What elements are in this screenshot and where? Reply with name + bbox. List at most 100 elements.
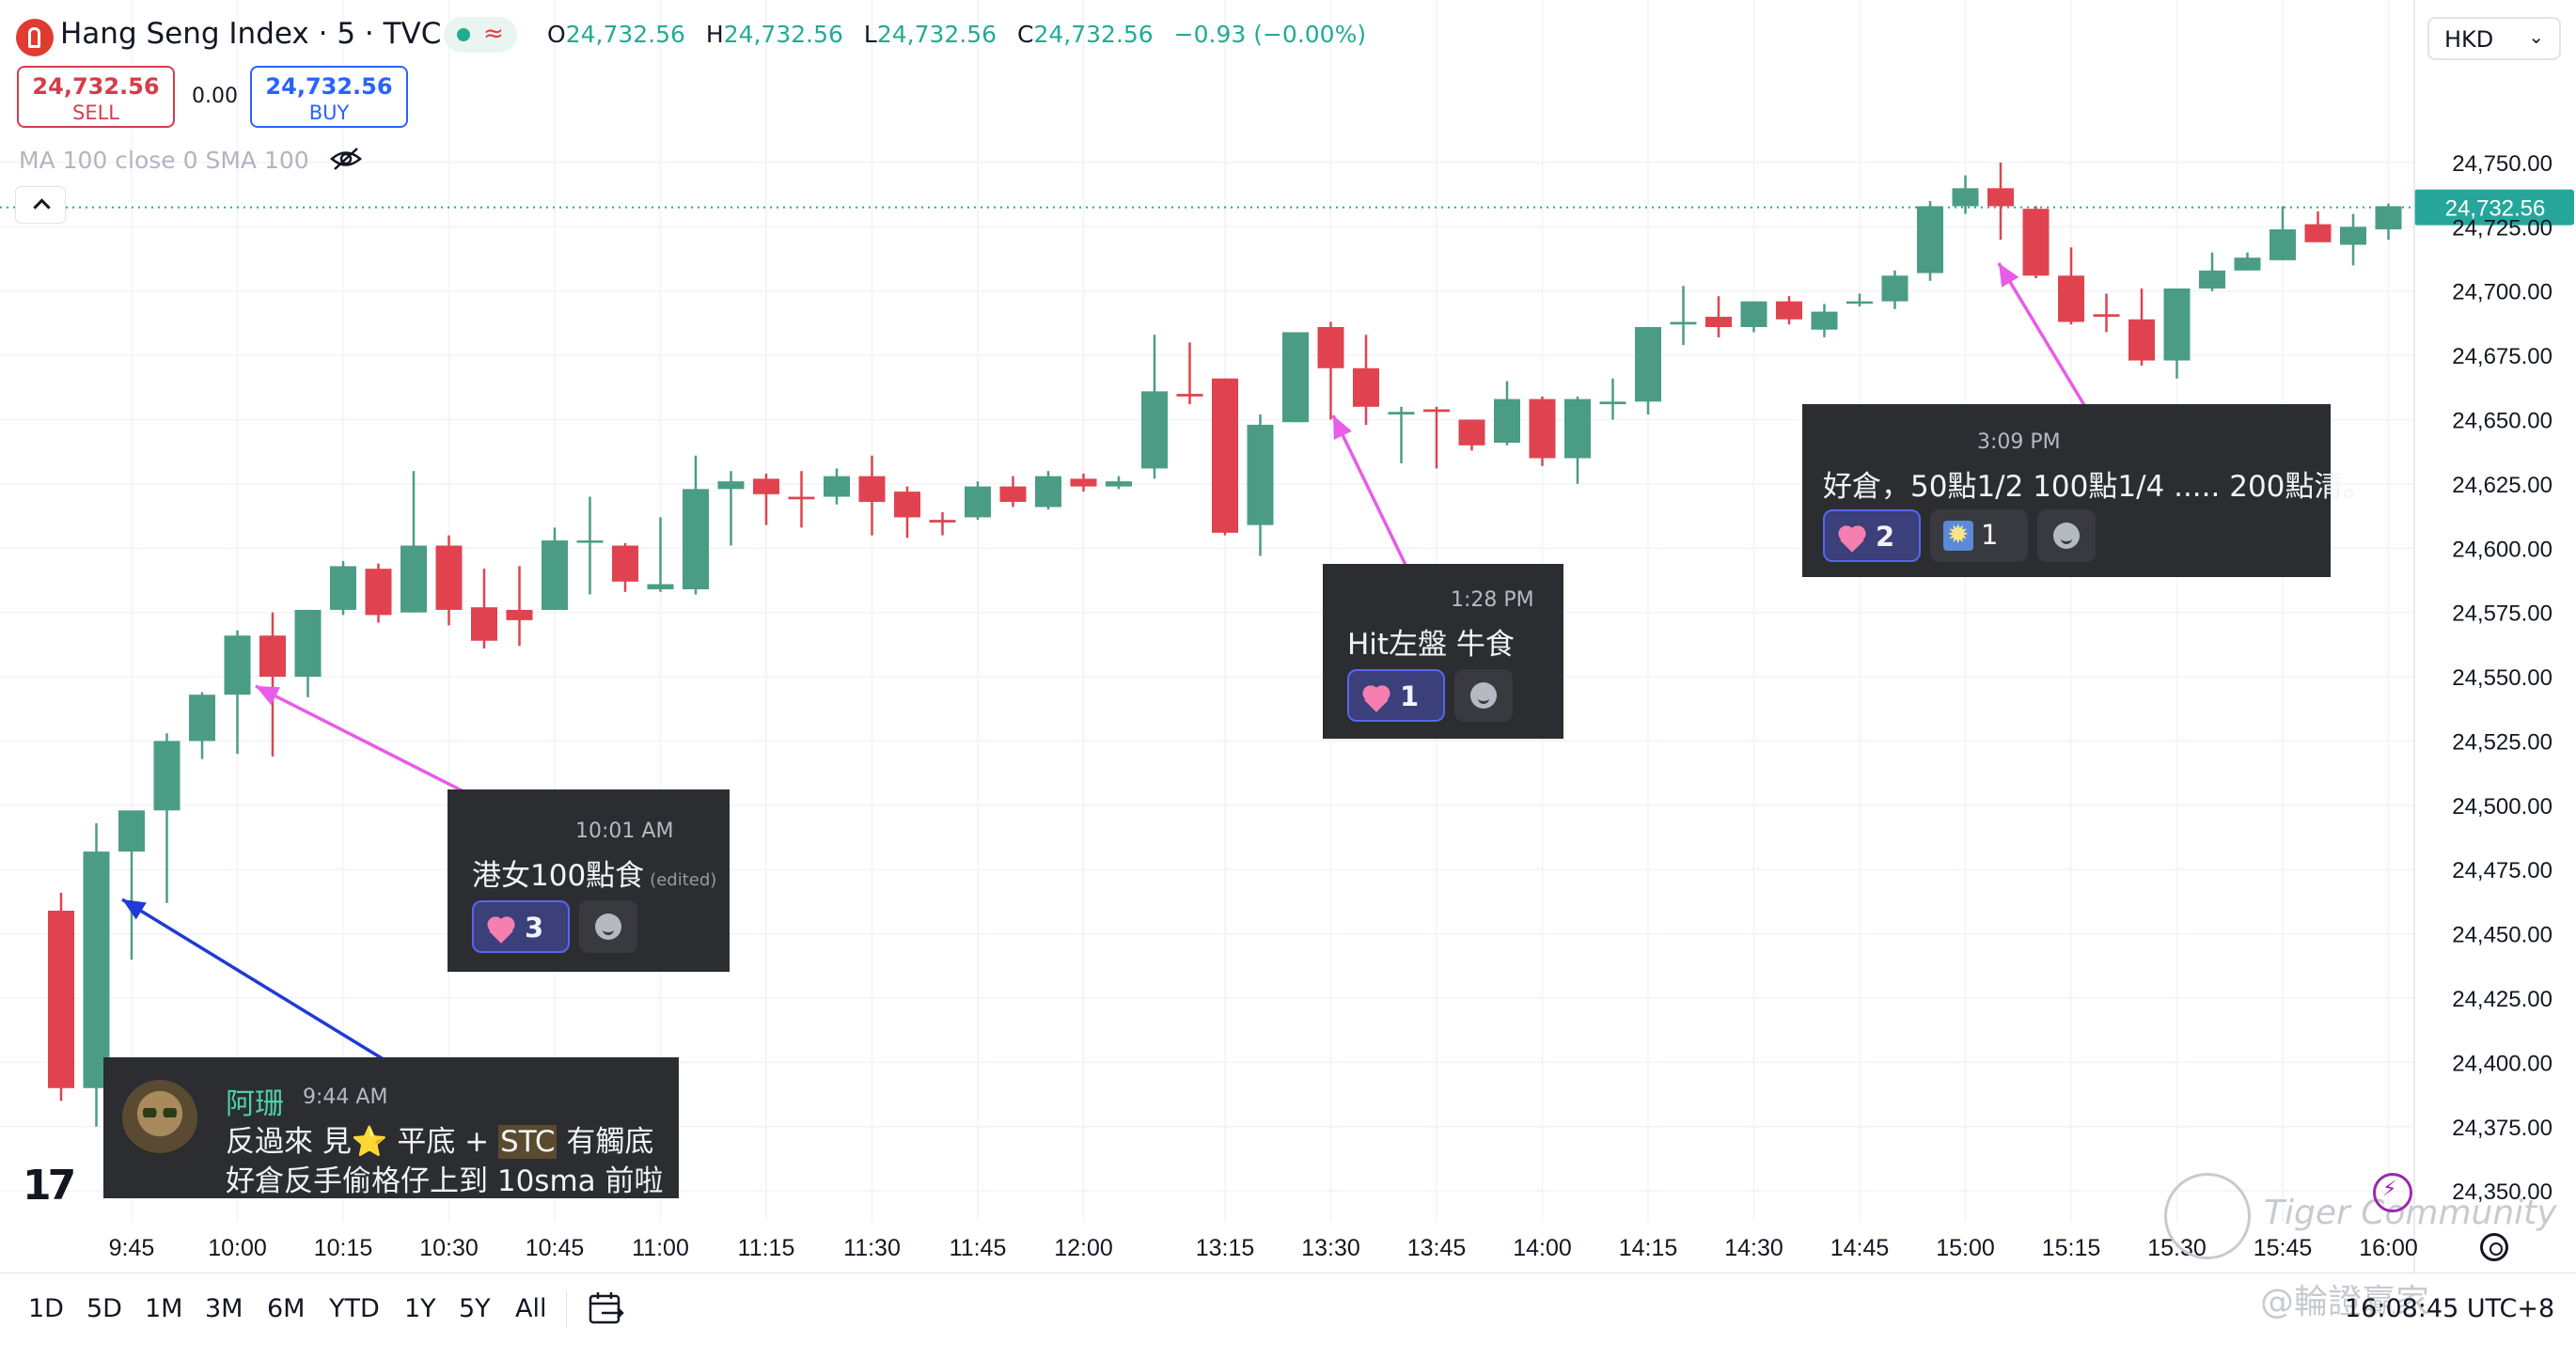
chat-message-2: 10:01 AM 港女100點食 (edited) 3: [448, 789, 730, 972]
candle[interactable]: [1458, 419, 1485, 451]
candle[interactable]: [1070, 473, 1097, 492]
candle[interactable]: [929, 511, 956, 536]
reaction-sparkler[interactable]: 1: [1930, 509, 2028, 562]
calendar-range-icon[interactable]: [587, 1290, 626, 1328]
candle[interactable]: [294, 609, 322, 697]
candle[interactable]: [1705, 296, 1732, 337]
reaction-heart[interactable]: 3: [472, 900, 570, 953]
candle[interactable]: [2340, 213, 2366, 266]
candle[interactable]: [753, 473, 779, 525]
buy-button[interactable]: 24,732.56 BUY: [250, 66, 408, 128]
sell-button[interactable]: 24,732.56 SELL: [17, 66, 175, 128]
candle[interactable]: [788, 471, 815, 528]
candle[interactable]: [1247, 414, 1274, 556]
candle[interactable]: [506, 566, 533, 647]
candle[interactable]: [1740, 301, 1767, 333]
candle[interactable]: [1141, 335, 1168, 479]
candle[interactable]: [612, 542, 638, 592]
candle[interactable]: [894, 486, 920, 539]
timeframe-ytd[interactable]: YTD: [329, 1294, 380, 1323]
candle[interactable]: [1599, 378, 1626, 420]
candle[interactable]: [1987, 162, 2014, 240]
candle[interactable]: [1776, 296, 1802, 325]
candle[interactable]: [401, 471, 427, 613]
timeframe-1y[interactable]: 1Y: [404, 1294, 436, 1323]
candle[interactable]: [2304, 211, 2332, 242]
candle-body: [506, 609, 533, 620]
candle[interactable]: [717, 471, 745, 546]
candle[interactable]: [1176, 342, 1203, 405]
candle[interactable]: [2128, 288, 2155, 367]
eye-hidden-icon[interactable]: [329, 145, 363, 173]
candle[interactable]: [48, 892, 74, 1101]
lightning-icon[interactable]: [2373, 1173, 2412, 1212]
candle[interactable]: [824, 468, 850, 505]
candle[interactable]: [858, 455, 886, 536]
candle[interactable]: [189, 692, 215, 759]
candle[interactable]: [1106, 476, 1132, 490]
candle[interactable]: [1388, 406, 1415, 463]
candle[interactable]: [647, 517, 674, 592]
candle[interactable]: [1881, 270, 1908, 309]
candle[interactable]: [118, 810, 145, 960]
candle[interactable]: [965, 481, 991, 521]
candle[interactable]: [2234, 252, 2261, 271]
timeframe-all[interactable]: All: [515, 1294, 546, 1323]
candle[interactable]: [259, 612, 286, 757]
candle[interactable]: [1282, 332, 1309, 423]
candle[interactable]: [1423, 406, 1450, 469]
candle-body: [858, 476, 886, 503]
timeframe-5d[interactable]: 5D: [86, 1294, 122, 1323]
candle[interactable]: [683, 455, 709, 595]
timeframe-3m[interactable]: 3M: [205, 1294, 243, 1323]
candle[interactable]: [2199, 252, 2225, 291]
reaction-heart[interactable]: 1: [1347, 669, 1445, 722]
candle[interactable]: [1811, 304, 1838, 337]
timeframe-5y[interactable]: 5Y: [459, 1294, 491, 1323]
username[interactable]: 阿珊: [226, 1080, 284, 1122]
candle[interactable]: [1846, 293, 1873, 307]
timeframe-6m[interactable]: 6M: [267, 1294, 305, 1323]
candle[interactable]: [224, 630, 251, 755]
candle[interactable]: [999, 476, 1027, 508]
candle[interactable]: [2163, 288, 2191, 379]
add-reaction-button[interactable]: [2037, 509, 2096, 562]
timeframe-1d[interactable]: 1D: [28, 1294, 64, 1323]
currency-select[interactable]: HKD ⌄: [2427, 17, 2561, 60]
add-reaction-button[interactable]: [1454, 669, 1513, 722]
candle[interactable]: [1917, 200, 1943, 281]
candle[interactable]: [542, 527, 568, 610]
candle[interactable]: [2022, 206, 2050, 279]
reaction-heart[interactable]: 2: [1823, 509, 1921, 562]
market-status[interactable]: ≈: [444, 17, 517, 53]
candle[interactable]: [2093, 293, 2120, 333]
indicator-legend[interactable]: MA 100 close 0 SMA 100: [19, 147, 309, 174]
candle[interactable]: [2270, 206, 2296, 260]
clock-readout[interactable]: 16:08:45 UTC+8: [2345, 1294, 2554, 1323]
candle[interactable]: [153, 733, 181, 903]
candle[interactable]: [2058, 247, 2084, 325]
candle[interactable]: [1494, 381, 1520, 445]
candle[interactable]: [1353, 335, 1379, 425]
candle[interactable]: [1670, 286, 1697, 346]
candle[interactable]: [1212, 378, 1238, 536]
candle[interactable]: [471, 569, 497, 648]
candle[interactable]: [2375, 203, 2402, 240]
candle[interactable]: [1317, 321, 1344, 420]
collapse-legend-button[interactable]: [15, 186, 66, 224]
candle[interactable]: [1529, 396, 1556, 466]
candle[interactable]: [365, 563, 392, 623]
add-reaction-button[interactable]: [579, 900, 637, 953]
candle-body: [1987, 188, 2014, 207]
x-tick-label: 14:30: [1724, 1235, 1783, 1261]
tiger-logo-icon: [2164, 1173, 2251, 1259]
candle-body: [48, 910, 74, 1088]
candle[interactable]: [1035, 471, 1061, 510]
candle[interactable]: [576, 496, 604, 595]
candle[interactable]: [330, 560, 356, 616]
settings-icon[interactable]: [2480, 1233, 2508, 1261]
symbol-title[interactable]: Hang Seng Index · 5 · TVC: [60, 17, 441, 51]
timeframe-1m[interactable]: 1M: [145, 1294, 182, 1323]
candle[interactable]: [1564, 396, 1591, 484]
candle[interactable]: [1635, 327, 1661, 415]
